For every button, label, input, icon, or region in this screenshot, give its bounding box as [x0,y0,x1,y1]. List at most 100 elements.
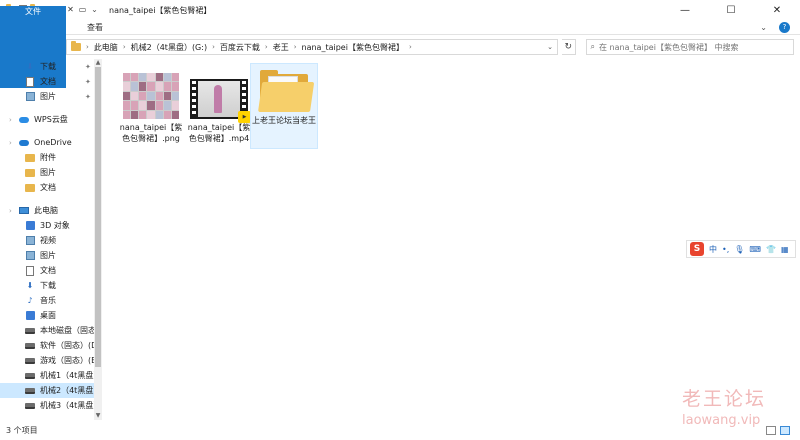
sidebar-item[interactable]: 软件（固态）(D [0,338,102,353]
sidebar-item[interactable]: 图片 ✦ [0,89,102,104]
sidebar-item-label: 文档 [40,183,56,192]
download-icon: ⬇ [26,62,34,71]
picture-icon [25,251,35,261]
chevron-right-icon[interactable]: › [409,43,412,51]
folder-icon [258,70,315,112]
file-item-mp4[interactable]: ▶ nana_taipei【紫色包臀裙】.mp4 [186,65,252,147]
file-explorer-window: ↶ ↷ ✕ ▭ ⌄ nana_taipei【紫色包臀裙】 — ☐ ✕ 文件 主页… [0,0,800,440]
expand-chevron-icon[interactable]: › [9,116,12,124]
expand-ribbon-icon[interactable]: ⌄ [760,23,767,32]
sidebar-item[interactable]: 文档 ✦ [0,74,102,89]
expand-chevron-icon[interactable]: › [9,139,12,147]
document-icon [25,76,35,87]
title-bar: ↶ ↷ ✕ ▭ ⌄ nana_taipei【紫色包臀裙】 — ☐ ✕ [0,0,800,20]
pin-icon: ✦ [85,92,91,101]
sidebar-item[interactable]: 图片 [0,248,102,263]
delete-icon[interactable]: ✕ [66,5,75,15]
refresh-icon[interactable]: ↻ [562,39,576,55]
chevron-right-icon[interactable]: › [212,43,215,51]
file-item-png[interactable]: nana_taipei【紫色包臀裙】.png [118,65,184,147]
sidebar-item[interactable]: ⬇ 下载 ✦ [0,59,102,74]
chevron-right-icon[interactable]: › [123,43,126,51]
customize-toolbar-icon[interactable]: ⌄ [90,5,99,15]
sidebar-item[interactable]: › 此电脑 [0,203,102,218]
file-name: nana_taipei【紫色包臀裙】.png [119,123,183,143]
breadcrumb-laowang[interactable]: 老王 [273,42,289,53]
skin-icon[interactable]: 👕 [766,245,776,254]
sidebar-item-label: 机械3（4t黑盘） [40,401,102,410]
sidebar-item-label: OneDrive [34,138,72,147]
maximize-button[interactable]: ☐ [708,0,754,20]
main-area: ⬇ 下载 ✦ 文档 ✦ 图片 ✦ › WPS云盘 › OneDrive 附件 图片 文档 › 此电脑 3D 对象… [0,59,800,420]
expand-chevron-icon[interactable]: › [9,207,12,215]
sidebar-item[interactable]: 机械2（4t黑盘） [0,383,102,398]
sidebar-item-label: 机械1（4t黑盘） [40,371,102,380]
music-icon: ♪ [27,296,33,305]
view-switcher [766,425,800,435]
sidebar-item[interactable]: 机械1（4t黑盘） [0,368,102,383]
folder-icon [71,41,81,51]
breadcrumb-this-pc[interactable]: 此电脑 [94,42,118,53]
sidebar-item[interactable]: 附件 [0,150,102,165]
document-icon [25,265,35,276]
details-view-icon[interactable] [766,425,776,435]
large-icons-view-icon[interactable] [780,425,790,435]
chevron-right-icon[interactable]: › [294,43,297,51]
sidebar-item-label: WPS云盘 [34,115,68,124]
onedrive-icon [19,138,29,148]
search-box[interactable]: ⌕ [585,39,794,55]
sidebar-scrollbar[interactable]: ▲ ▼ [94,59,102,420]
computer-icon [19,206,29,216]
input-mode-toggle[interactable]: 中 [709,244,717,255]
breadcrumb-baidu[interactable]: 百度云下载 [220,42,260,53]
folder-name: 上老王论坛当老王 [252,116,316,125]
sidebar-item[interactable]: 视频 [0,233,102,248]
breadcrumb-drive[interactable]: 机械2（4t黑盘）(G:) [131,42,207,53]
address-bar[interactable]: › 此电脑 › 机械2（4t黑盘）(G:) › 百度云下载 › 老王 › nan… [66,39,558,55]
sidebar-item[interactable]: › OneDrive [0,135,102,150]
folder-icon [25,183,35,193]
sogou-logo-icon[interactable]: S [690,242,704,256]
sidebar-item[interactable]: 图片 [0,165,102,180]
help-icon[interactable]: ? [779,21,790,33]
image-thumbnail [123,73,179,119]
sidebar-item[interactable]: ♪ 音乐 [0,293,102,308]
chevron-right-icon[interactable]: › [265,43,268,51]
sidebar-item[interactable]: 游戏（固态）(E [0,353,102,368]
sidebar-item[interactable]: 机械3（4t黑盘） [0,398,102,413]
sidebar-item[interactable]: 桌面 [0,308,102,323]
breadcrumb-current-folder[interactable]: nana_taipei【紫色包臀裙】 [302,42,404,53]
folder-item[interactable]: 上老王论坛当老王 [250,63,318,149]
sidebar-item[interactable]: › WPS云盘 [0,112,102,127]
sidebar-item[interactable]: 文档 [0,263,102,278]
pin-icon: ✦ [85,62,91,71]
close-button[interactable]: ✕ [754,0,800,20]
sidebar-item-label: 桌面 [40,311,56,320]
minimize-button[interactable]: — [662,0,708,20]
address-dropdown-icon[interactable]: ⌄ [547,43,553,51]
punctuation-toggle[interactable]: •, [722,245,729,254]
sidebar-item[interactable]: 3D 对象 [0,218,102,233]
sidebar-item[interactable]: ⬇ 下载 [0,278,102,293]
search-input[interactable] [598,42,789,52]
sidebar-item-label: 游戏（固态）(E [40,356,97,365]
sidebar-item-label: 视频 [40,236,56,245]
toolbox-icon[interactable]: ▦ [781,245,789,254]
window-title: nana_taipei【紫色包臀裙】 [109,5,212,15]
folder-icon [25,153,35,163]
tab-view[interactable]: 查看 [76,20,114,34]
scroll-down-icon[interactable]: ▼ [94,412,102,420]
sidebar-item-label: 音乐 [40,296,56,305]
pin-icon: ✦ [85,77,91,86]
sidebar-item[interactable]: 文档 [0,180,102,195]
rename-icon[interactable]: ▭ [78,5,87,15]
microphone-icon[interactable]: 🎙 [734,245,744,254]
file-name: nana_taipei【紫色包臀裙】.mp4 [187,123,251,143]
scrollbar-thumb[interactable] [95,67,101,367]
keyboard-icon[interactable]: ⌨ [749,245,761,254]
sidebar-item-label: 本地磁盘（固态 [40,326,96,335]
sidebar-item[interactable]: 本地磁盘（固态 [0,323,102,338]
scroll-up-icon[interactable]: ▲ [94,59,102,67]
drive-icon [25,371,35,381]
sidebar-item-label: 下载 [40,62,56,71]
